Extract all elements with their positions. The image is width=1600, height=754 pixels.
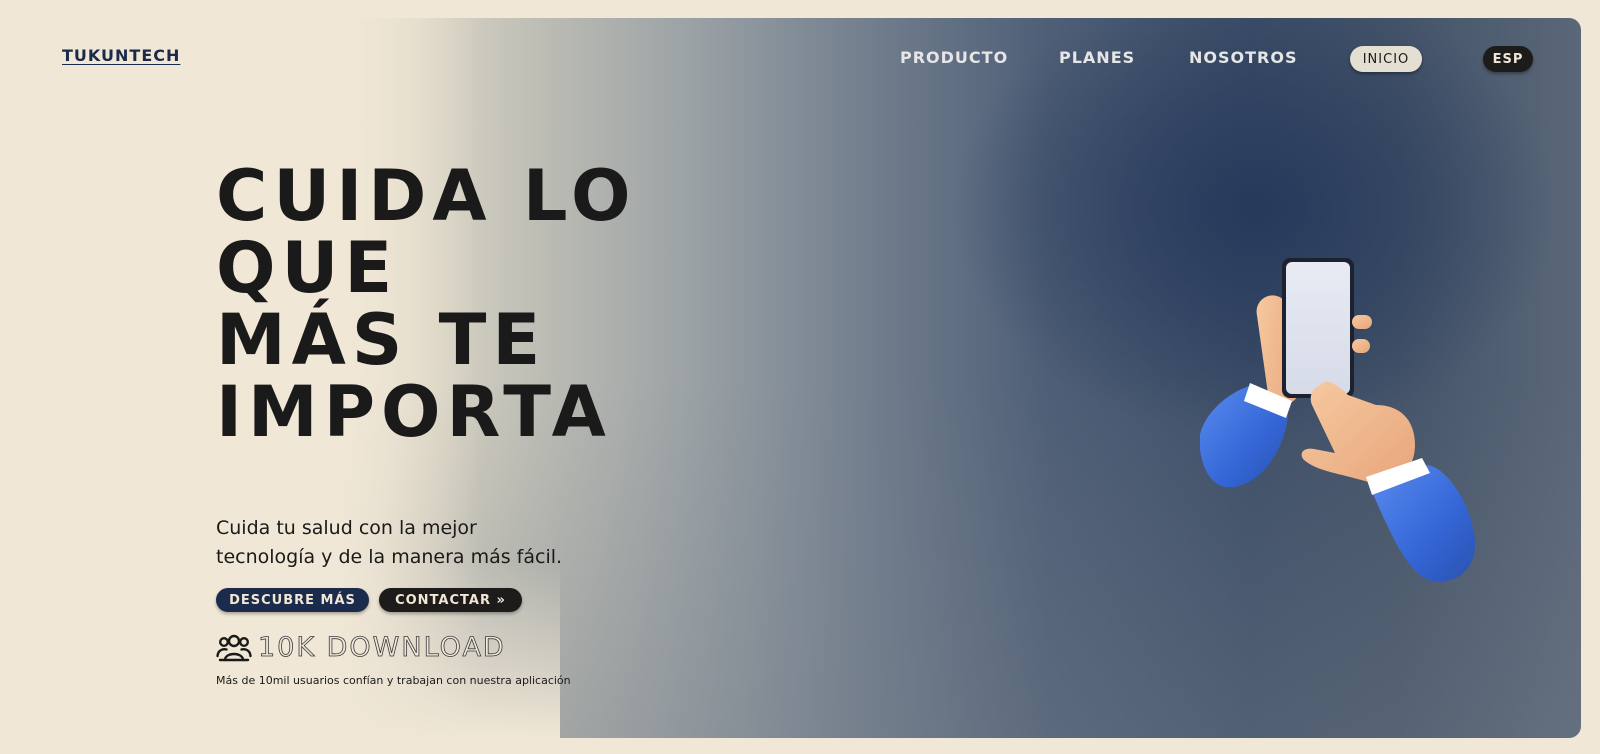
users-icon xyxy=(216,634,252,662)
nav-link-planes[interactable]: PLANES xyxy=(1059,48,1135,67)
hero-subtitle: Cuida tu salud con la mejor tecnología y… xyxy=(216,514,636,572)
headline-line: MÁS TE xyxy=(216,299,547,381)
hero-headline: CUIDA LO QUE MÁS TE IMPORTA xyxy=(216,160,656,448)
headline-line: QUE xyxy=(216,227,399,309)
phone xyxy=(1282,258,1372,398)
right-sleeve xyxy=(1366,458,1475,582)
subtitle-line: tecnología y de la manera más fácil. xyxy=(216,546,563,568)
subtitle-line: Cuida tu salud con la mejor xyxy=(216,517,477,539)
nav-link-producto[interactable]: PRODUCTO xyxy=(900,48,1008,67)
left-sleeve xyxy=(1200,383,1292,488)
discover-more-button[interactable]: DESCUBRE MÁS xyxy=(216,588,369,612)
downloads-count: 10K DOWNLOAD xyxy=(258,631,506,663)
headline-line: IMPORTA xyxy=(216,371,612,453)
language-button[interactable]: ESP xyxy=(1483,46,1533,72)
nav-link-nosotros[interactable]: NOSOTROS xyxy=(1189,48,1297,67)
hands-phone-illustration xyxy=(1200,258,1475,582)
headline-line: CUIDA LO xyxy=(216,155,637,237)
landing-page: TUKUNTECH PRODUCTO PLANES NOSOTROS INICI… xyxy=(0,0,1600,754)
main-nav: PRODUCTO PLANES NOSOTROS INICIO ESP xyxy=(0,44,1600,74)
inicio-button[interactable]: INICIO xyxy=(1350,46,1422,72)
downloads-caption: Más de 10mil usuarios confían y trabajan… xyxy=(216,674,571,687)
contact-button[interactable]: CONTACTAR » xyxy=(379,588,522,612)
downloads-stat: 10K DOWNLOAD xyxy=(216,630,506,664)
